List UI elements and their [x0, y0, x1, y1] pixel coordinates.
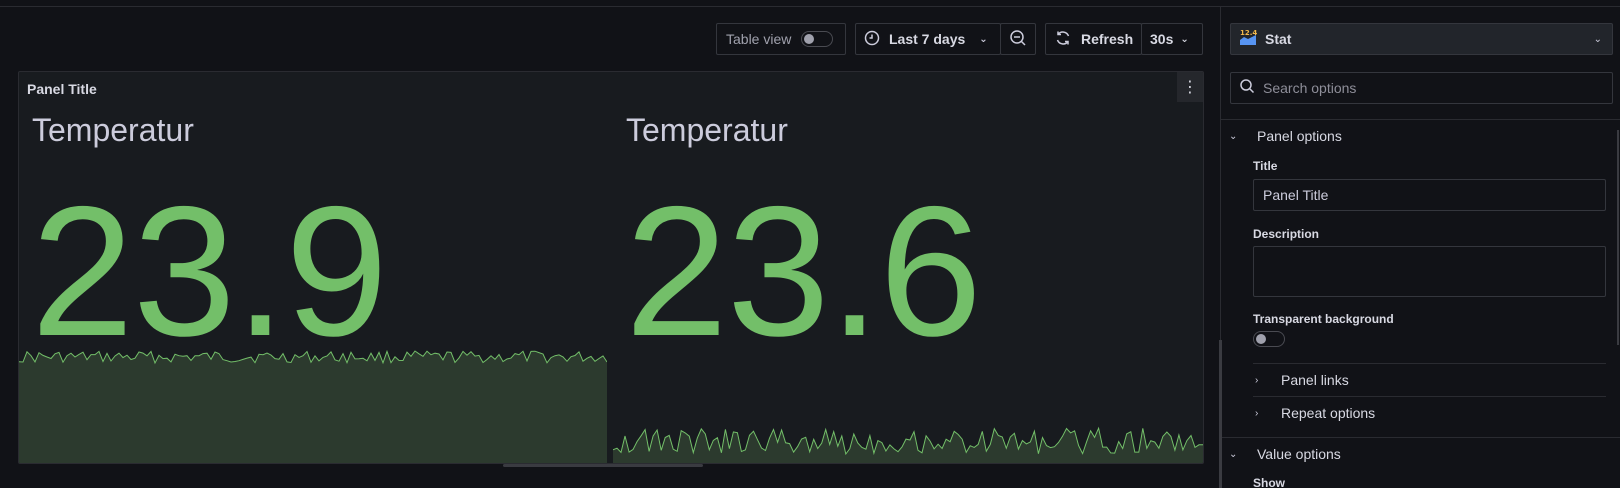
- table-view-label: Table view: [726, 31, 792, 47]
- top-divider: [0, 6, 1620, 7]
- chevron-down-icon: ⌄: [1593, 33, 1602, 45]
- sparkline-area: [613, 428, 1203, 463]
- divider: [1221, 119, 1620, 120]
- clock-icon: [864, 30, 880, 49]
- sparkline: [613, 426, 1203, 463]
- section-value-options[interactable]: ⌄ Value options: [1229, 446, 1341, 462]
- section-title: Value options: [1257, 446, 1341, 462]
- section-title: Repeat options: [1281, 405, 1376, 421]
- section-panel-options[interactable]: ⌄ Panel options: [1229, 128, 1342, 144]
- search-icon: [1239, 78, 1255, 99]
- refresh-interval-value: 30s: [1150, 31, 1174, 47]
- time-range-picker[interactable]: Last 7 days ⌄: [855, 23, 1001, 55]
- title-label: Title: [1253, 159, 1278, 173]
- show-label: Show: [1253, 476, 1285, 488]
- zoom-out-button[interactable]: [1000, 23, 1036, 55]
- stat-panel[interactable]: Panel Title ⋮ Temperatur 23.9 Temperatur…: [18, 71, 1204, 464]
- horizontal-scrollbar[interactable]: [503, 464, 703, 467]
- search-placeholder: Search options: [1263, 80, 1357, 96]
- refresh-label: Refresh: [1081, 31, 1134, 47]
- refresh-button[interactable]: Refresh: [1045, 23, 1142, 55]
- zoom-out-icon: [1009, 29, 1027, 50]
- stat-value: 23.6: [625, 169, 982, 375]
- transparent-background-switch[interactable]: [1253, 331, 1285, 347]
- divider: [1253, 363, 1606, 364]
- stat-name: Temperatur: [626, 112, 788, 148]
- stat-name: Temperatur: [32, 112, 194, 148]
- description-field[interactable]: [1253, 246, 1606, 297]
- table-view-switch[interactable]: [801, 31, 834, 47]
- visualization-picker[interactable]: 12.4 Stat ⌄: [1230, 23, 1613, 55]
- section-title: Panel links: [1281, 372, 1349, 388]
- time-range-label: Last 7 days: [889, 31, 966, 47]
- refresh-icon: [1055, 30, 1071, 49]
- stat-value: 23.9: [31, 169, 388, 375]
- stat-item: Temperatur 23.6: [613, 102, 1203, 463]
- stat-visualization-icon: 12.4: [1239, 28, 1257, 51]
- divider: [1253, 396, 1606, 397]
- description-label: Description: [1253, 227, 1320, 241]
- section-repeat-options[interactable]: › Repeat options: [1255, 405, 1375, 421]
- dashboard-edit-view: Table view Last 7 days ⌄ Refresh 30s ⌄ P…: [0, 0, 1620, 488]
- chevron-down-icon: ⌄: [1229, 448, 1238, 460]
- section-panel-links[interactable]: › Panel links: [1255, 372, 1349, 388]
- chevron-down-icon: ⌄: [979, 33, 988, 45]
- section-title: Panel options: [1257, 128, 1342, 144]
- chevron-down-icon: ⌄: [1180, 33, 1189, 45]
- refresh-interval-picker[interactable]: 30s ⌄: [1141, 23, 1203, 55]
- chevron-right-icon: ›: [1255, 374, 1259, 386]
- sparkline: [19, 349, 607, 463]
- sparkline-area: [19, 351, 607, 463]
- search-options-input[interactable]: Search options: [1230, 72, 1613, 104]
- transparent-background-label: Transparent background: [1253, 312, 1394, 326]
- dashboard-scrollbar[interactable]: [1219, 340, 1222, 488]
- visualization-name: Stat: [1265, 31, 1292, 47]
- chevron-down-icon: ⌄: [1229, 130, 1238, 142]
- kebab-menu-icon[interactable]: ⋮: [1177, 72, 1203, 102]
- chevron-right-icon: ›: [1255, 407, 1259, 419]
- panel-title: Panel Title: [27, 81, 97, 97]
- stat-item: Temperatur 23.9: [19, 102, 607, 463]
- table-view-toggle[interactable]: Table view: [716, 23, 846, 55]
- divider: [1221, 437, 1620, 438]
- title-field[interactable]: Panel Title: [1253, 179, 1606, 211]
- options-scrollbar[interactable]: [1617, 130, 1619, 345]
